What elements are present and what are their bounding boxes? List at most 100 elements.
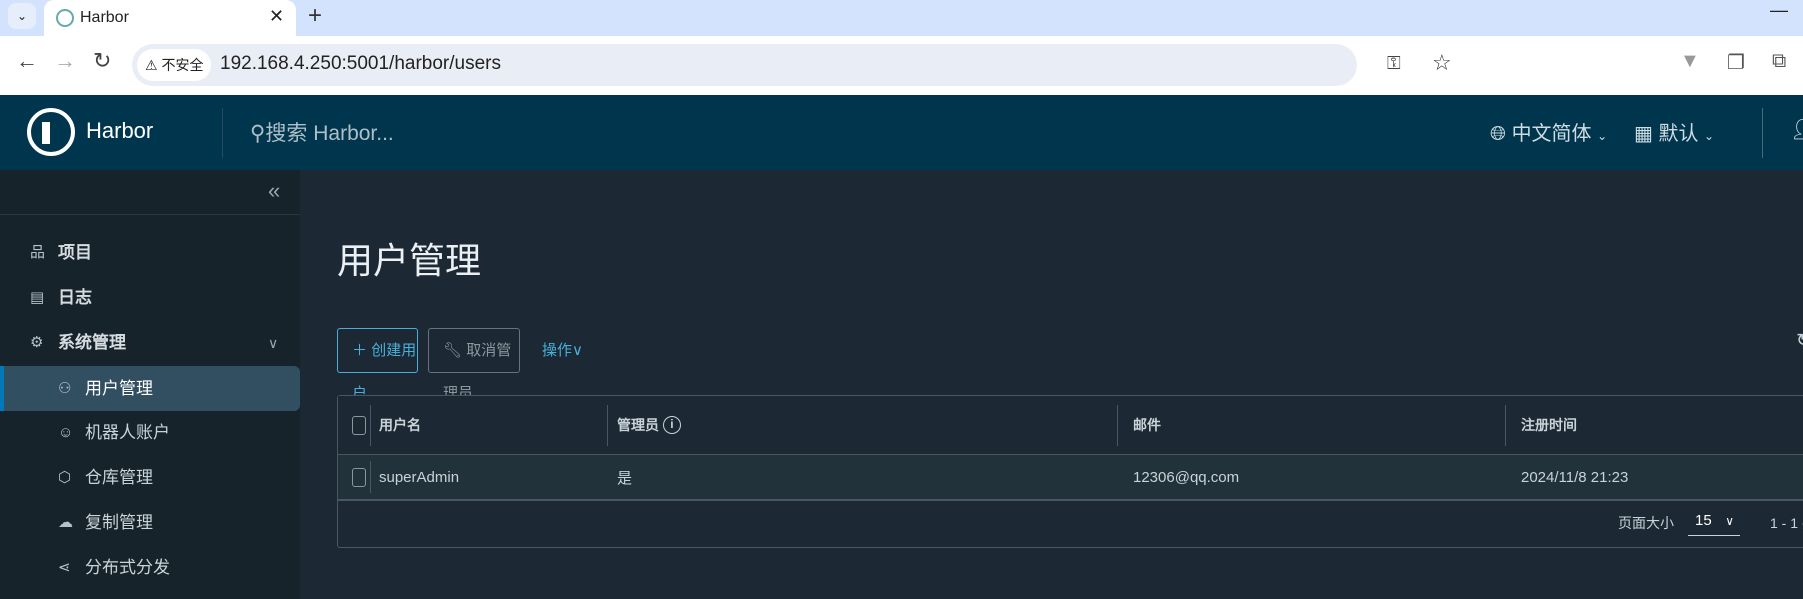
create-user-button[interactable]: ＋ 创建用户: [337, 328, 418, 402]
cell-admin: 是: [617, 469, 633, 487]
column-header-label: 管理员: [617, 417, 659, 433]
page-size-value: 15: [1695, 512, 1712, 529]
back-icon[interactable]: ←: [16, 48, 38, 74]
sidebar-item-label: 日志: [58, 288, 92, 307]
bookmark-star-icon[interactable]: ☆: [1432, 50, 1452, 76]
search-placeholder: 搜索 Harbor...: [265, 122, 394, 145]
share-icon: ⋖: [58, 559, 71, 576]
sidebar-item-admin[interactable]: ⚙ 系统管理 ∨: [0, 322, 300, 364]
sidebar-item-registries[interactable]: ⬡ 仓库管理: [0, 457, 300, 499]
users-table: 用户名 管理员 i 邮件 注册时间 superAdmin 是 12306@qq.…: [337, 395, 1803, 548]
admin-icon: ⚙: [30, 334, 44, 351]
tab-title: Harbor: [80, 9, 129, 26]
header-divider: [1762, 108, 1763, 158]
sidebar: « 品项目 ▤ 日志 ⚙ 系统管理 ∨ ⚇ 用户管理 ☺ 机器人账户 ⬡ 仓库管理 ☁ 复制管…: [0, 170, 300, 599]
column-divider[interactable]: [370, 405, 371, 446]
reload-icon[interactable]: ↻: [93, 48, 111, 74]
url-text[interactable]: 192.168.4.250:5001/harbor/users: [220, 53, 501, 75]
close-tab-icon[interactable]: ✕: [269, 6, 284, 27]
info-icon[interactable]: i: [662, 416, 681, 434]
sidebar-item-label: 仓库管理: [85, 468, 153, 487]
sidebar-item-label: 机器人账户: [85, 423, 170, 442]
sidebar-item-label: 项目: [58, 243, 92, 262]
column-divider[interactable]: [1505, 405, 1506, 446]
row-checkbox[interactable]: [352, 467, 366, 487]
sidebar-divider: [0, 214, 300, 215]
chevron-down-icon: ∨: [572, 342, 583, 359]
calendar-icon: ▦: [1634, 123, 1653, 145]
language-label: 中文简体: [1511, 123, 1592, 145]
security-chip[interactable]: ⚠ 不安全: [137, 49, 211, 81]
page-title: 用户管理: [337, 240, 482, 281]
column-header-registered[interactable]: 注册时间: [1521, 396, 1577, 454]
key-icon[interactable]: ⚿: [1387, 53, 1401, 74]
chevron-down-icon: ⌄: [1597, 129, 1608, 143]
replication-icon: ☁: [58, 514, 73, 531]
forward-icon[interactable]: →: [54, 48, 76, 74]
actions-label: 操作: [542, 342, 573, 359]
sidebar-item-label: 复制管理: [85, 513, 153, 532]
logs-icon: ▤: [30, 289, 45, 306]
cell-username: superAdmin: [379, 468, 460, 486]
select-all-checkbox[interactable]: [352, 415, 366, 435]
theme-dropdown[interactable]: ▦ 默认 ⌄: [1634, 117, 1714, 146]
table-header: 用户名 管理员 i 邮件 注册时间: [338, 396, 1803, 455]
user-icon[interactable]: 👤︎: [1790, 117, 1803, 142]
column-divider[interactable]: [607, 405, 608, 446]
sidebar-item-label: 用户管理: [85, 379, 153, 398]
robot-icon: ☺: [58, 424, 74, 441]
chevron-down-icon: ⌄: [1704, 129, 1715, 143]
warning-icon: ⚠: [145, 57, 158, 73]
chevron-down-icon: ∨: [268, 335, 279, 351]
harbor-logo-icon[interactable]: [27, 108, 75, 156]
language-dropdown[interactable]: 🌐︎ 中文简体 ⌄: [1490, 117, 1607, 146]
column-divider: [370, 461, 371, 493]
projects-icon: 品: [30, 244, 46, 261]
harbor-header: Harbor ⚲搜索 Harbor... 🌐︎ 中文简体 ⌄ ▦ 默认 ⌄ 👤︎: [0, 95, 1803, 170]
minimize-icon[interactable]: —: [1770, 0, 1788, 21]
sidebar-item-replications[interactable]: ☁ 复制管理: [0, 502, 300, 544]
global-search[interactable]: ⚲搜索 Harbor...: [250, 117, 394, 147]
tab-list-button[interactable]: ⌄: [8, 3, 36, 29]
revoke-admin-button[interactable]: 🔧︎ 取消管理员: [428, 328, 520, 402]
brand-name[interactable]: Harbor: [86, 118, 153, 144]
registry-icon: ⬡: [58, 469, 72, 486]
globe-icon: 🌐︎: [1490, 123, 1506, 145]
extensions-puzzle-icon[interactable]: ⧉: [1772, 50, 1786, 73]
sidebar-item-label: 分布式分发: [85, 558, 170, 577]
users-icon: ⚇: [58, 380, 72, 397]
page-size-label: 页面大小: [1618, 515, 1674, 531]
browser-tab-bar: ⌄ Harbor ✕ + —: [0, 0, 1803, 36]
cell-registered: 2024/11/8 21:23: [1521, 468, 1629, 486]
plus-icon: ＋: [352, 342, 368, 359]
security-label: 不安全: [161, 57, 204, 73]
pagination-range: 1 - 1 共: [1770, 515, 1803, 531]
collapse-sidebar-icon[interactable]: «: [268, 178, 280, 204]
vue-extension-icon[interactable]: ▼: [1680, 50, 1700, 73]
chevron-down-icon: ∨: [1725, 514, 1734, 528]
omnibox[interactable]: ⚠ 不安全 192.168.4.250:5001/harbor/users ⚿ …: [132, 44, 1452, 86]
page-size-select[interactable]: 15 ∨: [1688, 508, 1740, 536]
sidebar-item-users[interactable]: ⚇ 用户管理: [0, 366, 300, 411]
sidebar-item-projects[interactable]: 品项目: [0, 232, 300, 274]
address-bar: ← → ↻ ⚠ 不安全 192.168.4.250:5001/harbor/us…: [0, 36, 1803, 95]
column-divider[interactable]: [1117, 405, 1118, 446]
cell-email: 12306@qq.com: [1133, 468, 1240, 486]
sidebar-item-distribution[interactable]: ⋖ 分布式分发: [0, 547, 300, 589]
refresh-icon[interactable]: ↻: [1796, 330, 1803, 351]
actions-dropdown[interactable]: 操作∨: [542, 328, 583, 373]
theme-label: 默认: [1658, 123, 1699, 145]
column-header-email[interactable]: 邮件: [1133, 396, 1161, 454]
column-header-admin[interactable]: 管理员 i: [617, 396, 681, 454]
browser-tab[interactable]: Harbor ✕: [44, 0, 296, 36]
column-header-username[interactable]: 用户名: [379, 396, 421, 454]
table-row[interactable]: superAdmin 是 12306@qq.com 2024/11/8 21:2…: [338, 455, 1803, 501]
search-icon: ⚲: [250, 122, 266, 145]
copy-extension-icon[interactable]: ❐: [1727, 50, 1745, 75]
new-tab-icon[interactable]: +: [308, 2, 322, 30]
wrench-icon: 🔧︎: [443, 342, 463, 359]
sidebar-item-robots[interactable]: ☺ 机器人账户: [0, 412, 300, 454]
sidebar-item-logs[interactable]: ▤ 日志: [0, 277, 300, 319]
sidebar-item-label: 系统管理: [58, 333, 126, 352]
harbor-favicon-icon: [56, 9, 74, 27]
